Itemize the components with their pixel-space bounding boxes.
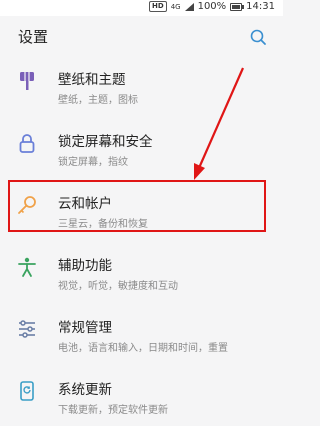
settings-item-wallpaper-themes[interactable]: 壁纸和主题 壁纸，主题，图标 bbox=[0, 62, 283, 116]
signal-icon bbox=[184, 2, 194, 11]
settings-item-system-update[interactable]: 系统更新 下载更新，预定软件更新 bbox=[0, 372, 283, 426]
settings-item-label: 云和帐户 bbox=[58, 196, 112, 212]
settings-item-label: 锁定屏幕和安全 bbox=[58, 134, 153, 150]
settings-item-subtitle: 下载更新，预定软件更新 bbox=[58, 405, 168, 416]
search-icon[interactable] bbox=[249, 28, 267, 46]
settings-item-label: 壁纸和主题 bbox=[58, 72, 126, 88]
settings-item-label: 系统更新 bbox=[58, 382, 112, 398]
settings-item-subtitle: 视觉，听觉，敏捷度和互动 bbox=[58, 281, 178, 292]
settings-item-cloud-accounts[interactable]: 云和帐户 三星云，备份和恢复 bbox=[0, 186, 283, 240]
settings-item-subtitle: 锁定屏幕，指纹 bbox=[58, 157, 128, 168]
header: 设置 bbox=[0, 16, 283, 62]
update-icon bbox=[20, 381, 34, 401]
hd-badge: HD bbox=[149, 1, 167, 12]
network-type: 4G bbox=[170, 2, 181, 11]
settings-item-accessibility[interactable]: 辅助功能 视觉，听觉，敏捷度和互动 bbox=[0, 248, 283, 302]
battery-percent: 100% bbox=[197, 1, 227, 12]
clock: 14:31 bbox=[246, 1, 275, 12]
paint-roller-icon bbox=[20, 72, 34, 90]
status-icons: HD 4G 100% 14:31 bbox=[149, 1, 275, 12]
settings-item-subtitle: 三星云，备份和恢复 bbox=[58, 219, 148, 230]
key-icon bbox=[18, 196, 36, 214]
status-bar: HD 4G 100% 14:31 bbox=[0, 0, 283, 16]
settings-item-general-management[interactable]: 常规管理 电池，语言和输入，日期和时间，重置 bbox=[0, 310, 283, 364]
settings-item-lock-security[interactable]: 锁定屏幕和安全 锁定屏幕，指纹 bbox=[0, 124, 283, 178]
settings-item-subtitle: 壁纸，主题，图标 bbox=[58, 95, 138, 106]
settings-item-subtitle: 电池，语言和输入，日期和时间，重置 bbox=[58, 343, 228, 354]
settings-item-label: 常规管理 bbox=[58, 320, 112, 336]
settings-item-label: 辅助功能 bbox=[58, 258, 112, 274]
sliders-icon bbox=[19, 320, 35, 338]
lock-icon bbox=[19, 134, 35, 153]
battery-icon bbox=[230, 2, 245, 11]
accessibility-icon bbox=[18, 257, 36, 277]
page-title: 设置 bbox=[18, 28, 49, 46]
